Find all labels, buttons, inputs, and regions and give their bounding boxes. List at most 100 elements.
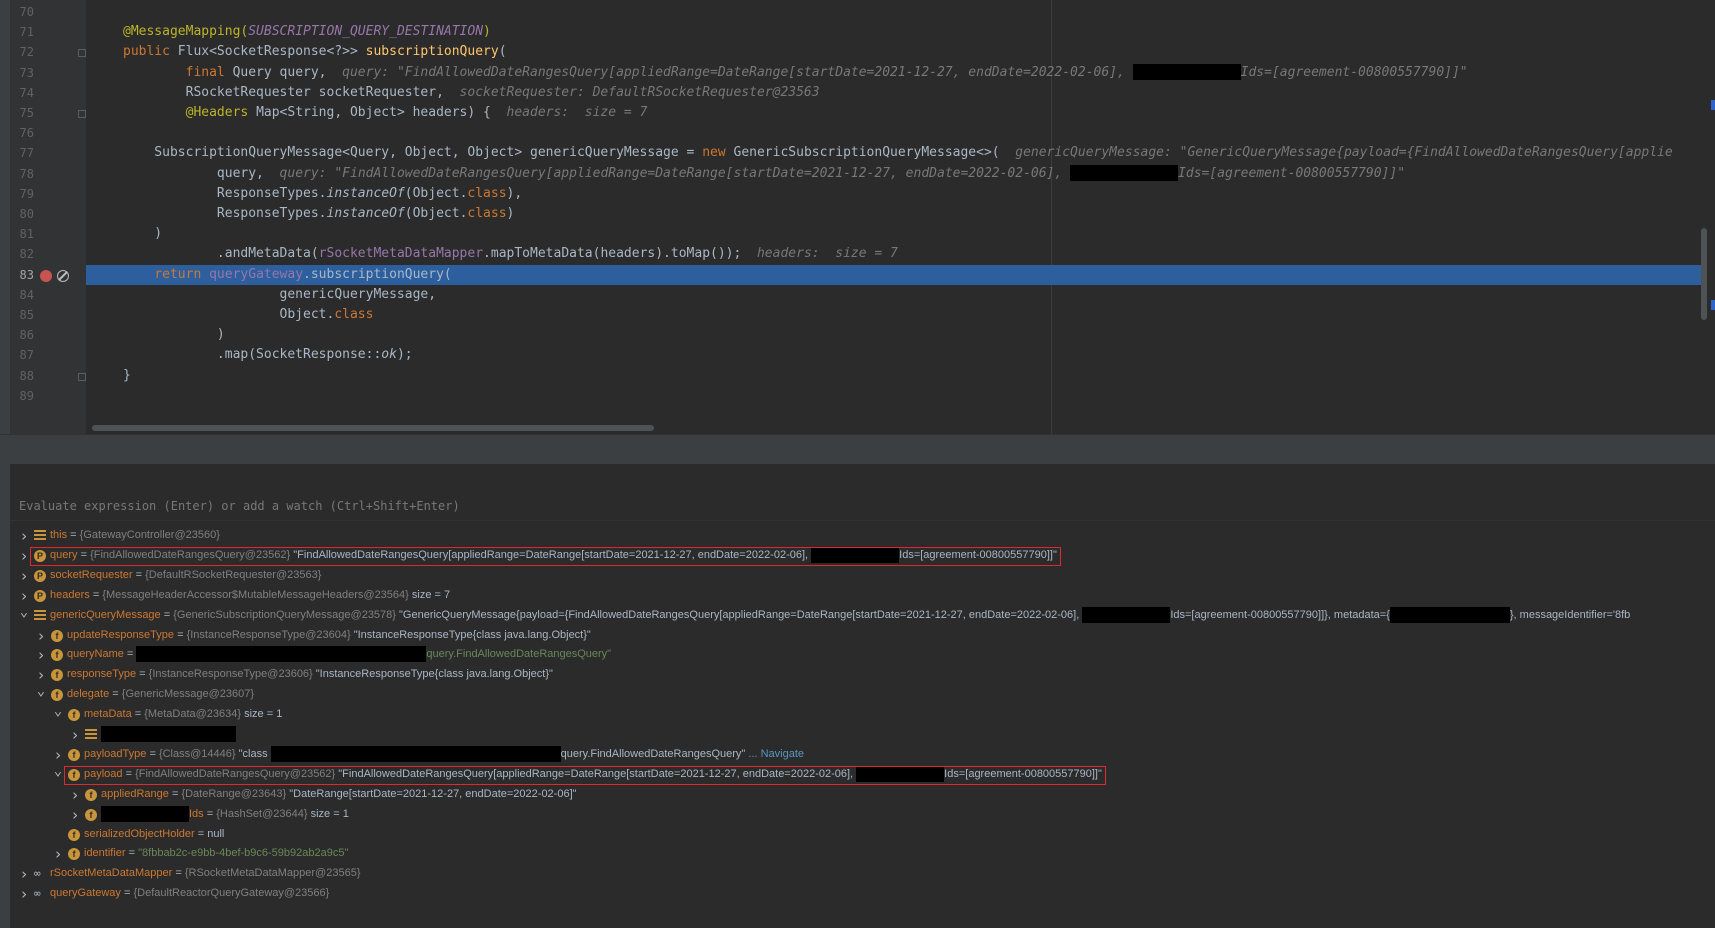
variable-row[interactable]: › bbox=[10, 725, 1715, 745]
variable-row[interactable]: › Pheaders = {MessageHeaderAccessor$Mutab… bbox=[10, 586, 1715, 606]
code-token: {GatewayController@23560} bbox=[79, 529, 220, 541]
variable-row[interactable]: ⌄ f metaData = {MetaData@23634} size = 1 bbox=[10, 704, 1715, 725]
vertical-scrollbar[interactable] bbox=[1701, 228, 1707, 320]
code-line[interactable]: 78 query, query: "FindAllowedDateRangesQ… bbox=[0, 164, 1715, 184]
code-text[interactable]: .andMetaData(rSocketMetaDataMapper.mapTo… bbox=[123, 244, 898, 266]
collapse-chevron-icon[interactable]: ⌄ bbox=[52, 704, 64, 725]
fold-marker-icon[interactable] bbox=[78, 49, 86, 58]
code-line[interactable]: 82 .andMetaData(rSocketMetaDataMapper.ma… bbox=[0, 244, 1715, 264]
expand-chevron-icon[interactable]: › bbox=[18, 546, 30, 566]
variable-row[interactable]: ⌄ f delegate = {GenericMessage@23607} bbox=[10, 684, 1715, 705]
code-token: {DefaultRSocketRequester@23563} bbox=[145, 568, 322, 581]
code-line[interactable]: 88} bbox=[0, 366, 1715, 386]
variable-text: identifier = "8fbbab2c-e9bb-4bef-b9c6-59… bbox=[84, 844, 348, 864]
code-token: query, bbox=[123, 165, 280, 181]
expand-chevron-icon[interactable]: › bbox=[35, 645, 47, 665]
collapse-chevron-icon[interactable]: ⌄ bbox=[52, 764, 64, 785]
variable-row[interactable]: › this = {GatewayController@23560} bbox=[10, 526, 1715, 546]
variable-text: queryName = query.FindAllowedDateRangesQ… bbox=[67, 645, 611, 665]
code-text[interactable]: Object.class bbox=[123, 305, 374, 327]
code-text[interactable]: ) bbox=[123, 325, 225, 347]
expand-chevron-icon[interactable]: › bbox=[18, 884, 30, 904]
object-icon bbox=[34, 530, 46, 542]
code-token: .andMetaData( bbox=[123, 246, 319, 262]
variable-row[interactable]: f serializedObjectHolder = null bbox=[10, 825, 1715, 845]
code-text[interactable]: final Query query, query: "FindAllowedDa… bbox=[123, 63, 1468, 85]
collapse-chevron-icon[interactable]: ⌄ bbox=[18, 605, 30, 626]
code-token: genericQueryMessage: "GenericQueryMessag… bbox=[1015, 145, 1673, 161]
variable-row[interactable]: › PsocketRequester = {DefaultRSocketReque… bbox=[10, 566, 1715, 586]
code-text[interactable]: } bbox=[123, 366, 131, 388]
expand-chevron-icon[interactable]: › bbox=[18, 566, 30, 586]
code-line[interactable]: 86 ) bbox=[0, 325, 1715, 345]
variable-row[interactable]: › f updateResponseType = {InstanceResponse… bbox=[10, 626, 1715, 646]
code-token: ), bbox=[506, 185, 523, 201]
horizontal-scrollbar[interactable] bbox=[92, 425, 654, 431]
variable-row[interactable]: › f queryName = query.FindAllowedDateRange… bbox=[10, 645, 1715, 665]
code-token: @Headers bbox=[123, 105, 257, 120]
code-line[interactable]: 87 .map(SocketResponse::ok); bbox=[0, 345, 1715, 365]
line-number: 85 bbox=[19, 308, 34, 322]
collapse-chevron-icon[interactable]: ⌄ bbox=[35, 684, 47, 705]
code-line[interactable]: 75 @Headers Map<String, Object> headers)… bbox=[0, 103, 1715, 123]
expand-chevron-icon[interactable]: › bbox=[52, 745, 64, 765]
code-line[interactable]: 73 final Query query, query: "FindAllowe… bbox=[0, 63, 1715, 83]
variable-row[interactable]: › f appliedRange = {DateRange@23643} "Date… bbox=[10, 785, 1715, 805]
code-text[interactable]: .map(SocketResponse::ok); bbox=[123, 345, 413, 367]
fold-marker-icon[interactable] bbox=[78, 110, 86, 118]
code-token: "InstanceResponseType{class java.lang.Ob… bbox=[353, 628, 591, 641]
code-text[interactable]: ResponseTypes.instanceOf(Object.class), bbox=[123, 184, 522, 206]
redacted-block bbox=[1132, 64, 1241, 81]
code-line[interactable]: 80 ResponseTypes.instanceOf(Object.class… bbox=[0, 204, 1715, 224]
variable-row[interactable]: › f responseType = {InstanceResponseType@2… bbox=[10, 665, 1715, 685]
code-line[interactable]: 79 ResponseTypes.instanceOf(Object.class… bbox=[0, 184, 1715, 204]
line-number: 78 bbox=[19, 166, 34, 181]
redacted-block bbox=[1082, 606, 1171, 623]
expand-chevron-icon[interactable]: › bbox=[69, 805, 81, 825]
variable-row[interactable]: ⌄ genericQueryMessage = {GenericSubscript… bbox=[10, 605, 1715, 626]
variable-row[interactable]: › ∞ rSocketMetaDataMapper = {RSocketMetaDa… bbox=[10, 864, 1715, 884]
code-line[interactable]: 70 bbox=[0, 2, 1715, 22]
expand-chevron-icon[interactable]: › bbox=[18, 586, 30, 606]
expand-chevron-icon[interactable]: › bbox=[18, 526, 30, 546]
fold-marker-icon[interactable] bbox=[78, 372, 86, 381]
line-number: 87 bbox=[19, 348, 34, 363]
expand-chevron-icon[interactable]: › bbox=[35, 626, 47, 646]
expand-chevron-icon[interactable]: › bbox=[69, 785, 81, 805]
code-text[interactable]: ResponseTypes.instanceOf(Object.class) bbox=[123, 204, 514, 226]
code-text[interactable]: @MessageMapping(SUBSCRIPTION_QUERY_DESTI… bbox=[123, 22, 491, 44]
variable-row[interactable]: › ∞ queryGateway = {DefaultReactorQueryGat… bbox=[10, 884, 1715, 904]
breakpoint-icon[interactable] bbox=[40, 269, 52, 282]
code-text[interactable]: SubscriptionQueryMessage<Query, Object, … bbox=[123, 143, 1673, 165]
code-token: queryName bbox=[67, 648, 124, 661]
code-line[interactable]: 71 @MessageMapping(SUBSCRIPTION_QUERY_DES… bbox=[0, 22, 1715, 42]
code-line[interactable]: 85 Object.class bbox=[0, 305, 1715, 325]
mute-breakpoint-icon[interactable] bbox=[57, 269, 69, 282]
variable-row[interactable]: › f payloadType = {Class@14446} "class que… bbox=[10, 745, 1715, 765]
code-text[interactable]: ) bbox=[123, 224, 162, 246]
code-editor[interactable]: 70 71 @MessageMapping(SUBSCRIPTION_QUERY_D… bbox=[0, 0, 1715, 434]
expand-chevron-icon[interactable]: › bbox=[18, 864, 30, 884]
code-text[interactable]: public Flux<SocketResponse<?>> subscript… bbox=[123, 42, 507, 64]
code-text[interactable]: RSocketRequester socketRequester, socket… bbox=[123, 83, 820, 105]
code-token: return bbox=[154, 266, 210, 282]
code-text[interactable]: @Headers Map<String, Object> headers) { … bbox=[123, 103, 648, 125]
code-line[interactable]: 81 ) bbox=[0, 224, 1715, 244]
expand-chevron-icon[interactable]: › bbox=[52, 844, 64, 864]
evaluate-expression-input[interactable]: Evaluate expression (Enter) or add a wat… bbox=[10, 492, 1715, 521]
code-text[interactable]: return queryGateway.subscriptionQuery( bbox=[123, 265, 451, 287]
object-icon bbox=[85, 729, 97, 741]
code-line[interactable]: 76 bbox=[0, 123, 1715, 143]
code-text[interactable]: query, query: "FindAllowedDateRangesQuer… bbox=[123, 164, 1405, 186]
expand-chevron-icon[interactable]: › bbox=[69, 725, 81, 745]
code-line[interactable]: 89 bbox=[0, 386, 1715, 406]
code-line[interactable]: 84 genericQueryMessage, bbox=[0, 285, 1715, 305]
code-line[interactable]: 83 return queryGateway.subscriptionQuery… bbox=[20, 264, 1701, 287]
variable-row[interactable]: › f Ids = {HashSet@23644} size = 1 bbox=[10, 805, 1715, 825]
code-line[interactable]: 74 RSocketRequester socketRequester, soc… bbox=[0, 83, 1715, 103]
code-text[interactable]: genericQueryMessage, bbox=[123, 285, 437, 307]
code-token: = bbox=[174, 628, 187, 641]
code-line[interactable]: 72 public Flux<SocketResponse<?>> subscri… bbox=[0, 42, 1715, 62]
code-line[interactable]: 77 SubscriptionQueryMessage<Query, Objec… bbox=[0, 143, 1715, 163]
variable-row[interactable]: › f identifier = "8fbbab2c-e9bb-4bef-b9c6-… bbox=[10, 844, 1715, 864]
